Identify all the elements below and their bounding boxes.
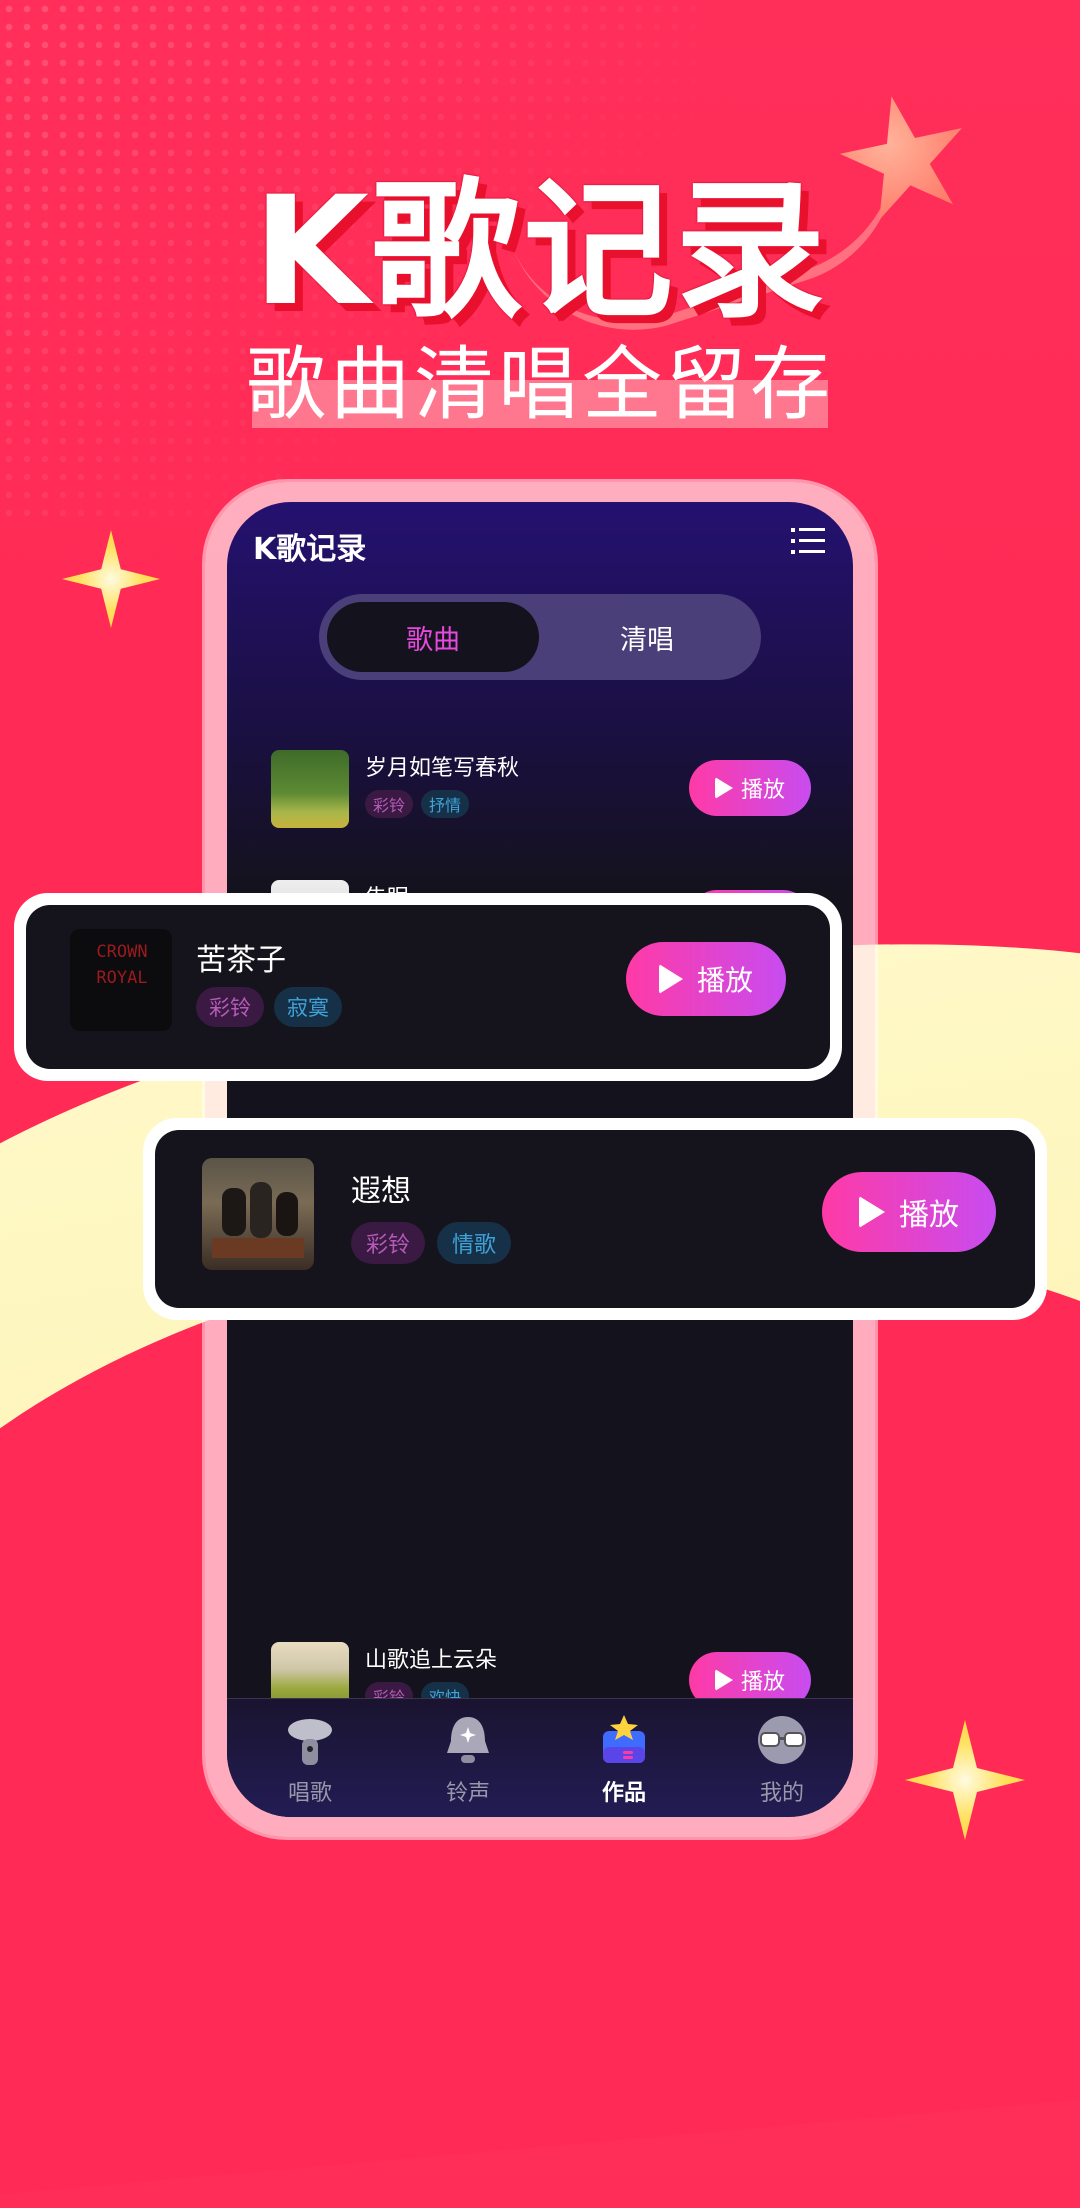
tag-secondary: 情歌 xyxy=(437,1222,511,1264)
bottom-tab-bar: 唱歌 铃声 作品 我的 xyxy=(227,1698,853,1817)
list-item[interactable]: 岁月如笔写春秋 彩铃 抒情 播放 xyxy=(271,750,811,830)
play-icon xyxy=(714,777,733,799)
play-label: 播放 xyxy=(740,778,785,803)
tag-primary: 彩铃 xyxy=(365,790,414,818)
sparkle-icon-left xyxy=(62,530,160,628)
tag-primary: 彩铃 xyxy=(196,987,264,1027)
song-title: 岁月如笔写春秋 xyxy=(365,756,520,781)
album-cover xyxy=(202,1158,314,1270)
play-icon xyxy=(859,1196,885,1228)
profile-icon xyxy=(758,1716,806,1764)
app-title: K歌记录 xyxy=(253,532,367,567)
tab-mine[interactable]: 我的 xyxy=(737,1713,827,1807)
tab-acapella[interactable]: 清唱 xyxy=(541,602,753,672)
tag-secondary: 寂寞 xyxy=(274,987,342,1027)
microphone-icon xyxy=(288,1719,332,1765)
cover-text: CROWN ROYAL xyxy=(76,939,168,991)
bell-icon xyxy=(447,1717,489,1763)
album-cover: CROWN ROYAL xyxy=(70,929,172,1031)
segment-control: 歌曲 清唱 xyxy=(319,594,761,680)
play-button[interactable]: 播放 xyxy=(822,1172,996,1252)
song-title: 山歌追上云朵 xyxy=(365,1648,498,1673)
tab-works[interactable]: 作品 xyxy=(579,1713,669,1807)
song-title: 遐想 xyxy=(351,1174,411,1209)
cover-text-line1: CROWN xyxy=(96,942,148,962)
play-label: 播放 xyxy=(899,1198,959,1233)
play-label: 播放 xyxy=(696,964,753,997)
play-label: 播放 xyxy=(740,1670,785,1695)
tag-secondary: 抒情 xyxy=(421,790,470,818)
featured-card-1[interactable]: CROWN ROYAL 苦茶子 彩铃 寂寞 播放 xyxy=(14,893,842,1081)
tab-label: 铃声 xyxy=(445,1781,490,1806)
tag-primary: 彩铃 xyxy=(351,1222,425,1264)
featured-card-inner: CROWN ROYAL 苦茶子 彩铃 寂寞 播放 xyxy=(26,905,830,1069)
banner-subline: 歌曲清唱全留存 xyxy=(246,338,834,431)
tab-label: 作品 xyxy=(601,1781,646,1806)
tab-label: 我的 xyxy=(759,1781,804,1806)
banner-headline: K歌记录 xyxy=(252,165,828,339)
cover-text-line2: ROYAL xyxy=(96,968,148,988)
featured-card-2[interactable]: 遐想 彩铃 情歌 播放 xyxy=(143,1118,1047,1320)
play-button[interactable]: 播放 xyxy=(626,942,786,1016)
featured-card-inner: 遐想 彩铃 情歌 播放 xyxy=(155,1130,1035,1308)
album-cover xyxy=(271,750,349,828)
tab-sing[interactable]: 唱歌 xyxy=(265,1713,355,1807)
tab-songs[interactable]: 歌曲 xyxy=(327,602,539,672)
song-title: 苦茶子 xyxy=(196,943,286,978)
works-icon xyxy=(603,1715,645,1763)
play-icon xyxy=(714,1669,733,1691)
tab-label: 唱歌 xyxy=(287,1781,332,1806)
play-button[interactable]: 播放 xyxy=(689,760,811,816)
play-icon xyxy=(658,964,683,994)
tab-ringtone[interactable]: 铃声 xyxy=(423,1713,513,1807)
menu-icon[interactable] xyxy=(791,526,825,556)
